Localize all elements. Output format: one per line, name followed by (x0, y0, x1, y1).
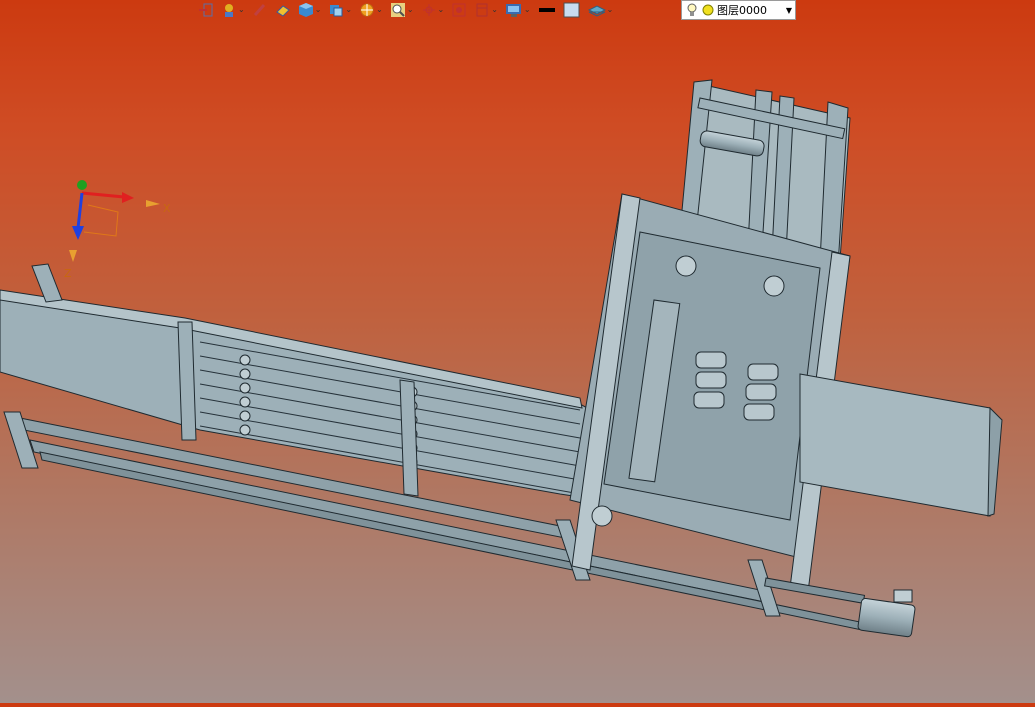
pen-icon (253, 3, 265, 17)
render-style-button[interactable]: ⌄ (357, 1, 385, 19)
clip-plane-button[interactable]: ⌄ (472, 1, 500, 19)
zoom-button[interactable]: ⌄ (388, 1, 416, 19)
discharge-chute-side (987, 406, 1003, 517)
chevron-down-icon: ⌄ (376, 5, 383, 14)
conveyor-machine-model[interactable] (0, 79, 1003, 638)
eraser-button[interactable] (273, 1, 293, 19)
axis-origin (77, 180, 87, 190)
drive-motor (857, 598, 916, 638)
axis-x-arrow (122, 192, 134, 203)
fill-color-icon (563, 2, 580, 18)
chevron-down-icon: ⌄ (314, 5, 322, 14)
axis-x-label: X (163, 202, 171, 215)
layer-stack-icon (587, 5, 606, 17)
view-orientation-icon (225, 4, 233, 17)
zoom-window-icon (452, 3, 466, 17)
line-color-button[interactable] (536, 1, 558, 19)
display-settings-icon (505, 4, 521, 17)
axis-z-arrow (72, 226, 84, 240)
chevron-down-icon: ⌄ (437, 5, 445, 14)
motor-box (893, 589, 913, 603)
pen-button[interactable] (250, 1, 270, 19)
layer-stack-button[interactable]: ⌄ (586, 1, 616, 19)
axis-x-cone (146, 200, 160, 207)
pulley-right (763, 275, 785, 297)
view-orientation-button[interactable]: ⌄ (219, 1, 247, 19)
dropdown-arrow-icon[interactable]: ▼ (783, 6, 795, 15)
chevron-down-icon: ⌄ (491, 5, 498, 14)
triad-plane (83, 204, 119, 237)
cube-display-icon (298, 3, 313, 17)
discharge-chute (799, 373, 1001, 517)
axis-z-cone (69, 250, 77, 262)
wheel-bottom (591, 505, 613, 527)
crosshair-icon (422, 4, 435, 16)
line-color-icon (538, 8, 555, 12)
zoom-icon (390, 3, 405, 17)
section-view-icon (330, 5, 343, 17)
lightbulb-icon[interactable] (686, 3, 698, 17)
fill-color-button[interactable] (561, 1, 583, 19)
model-canvas[interactable]: X Z (0, 0, 1035, 703)
chevron-down-icon: ⌄ (523, 5, 531, 14)
layer-color-icon[interactable] (702, 4, 714, 16)
display-settings-button[interactable]: ⌄ (503, 1, 533, 19)
exit-sketch-button[interactable] (196, 1, 216, 19)
view-toolbar: ⌄ ⌄ ⌄ ⌄ ⌄ ⌄ ⌄ ⌄ ⌄ (196, 0, 615, 20)
clip-plane-icon (476, 3, 488, 17)
chevron-down-icon: ⌄ (406, 5, 414, 14)
section-view-button[interactable]: ⌄ (326, 1, 354, 19)
exit-sketch-icon (199, 3, 213, 17)
layer-name: 图层0000 (717, 4, 767, 17)
render-style-icon (360, 3, 374, 17)
axis-x-line (81, 191, 125, 199)
cube-display-button[interactable]: ⌄ (296, 1, 324, 19)
chevron-down-icon: ⌄ (606, 5, 614, 14)
axis-z-label: Z (64, 267, 72, 280)
chevron-down-icon: ⌄ (345, 5, 353, 14)
eraser-icon (275, 5, 290, 17)
crosshair-button[interactable]: ⌄ (419, 1, 447, 19)
axis-z-line (76, 192, 84, 229)
chevron-down-icon: ⌄ (238, 5, 245, 14)
pulley-left (675, 255, 697, 277)
axis-triad: X Z (64, 180, 171, 280)
drive-shaft (764, 577, 866, 604)
zoom-window-button[interactable] (449, 1, 469, 19)
layer-select[interactable]: 图层0000 ▼ (681, 0, 796, 20)
3d-viewport[interactable]: X Z (0, 0, 1035, 703)
